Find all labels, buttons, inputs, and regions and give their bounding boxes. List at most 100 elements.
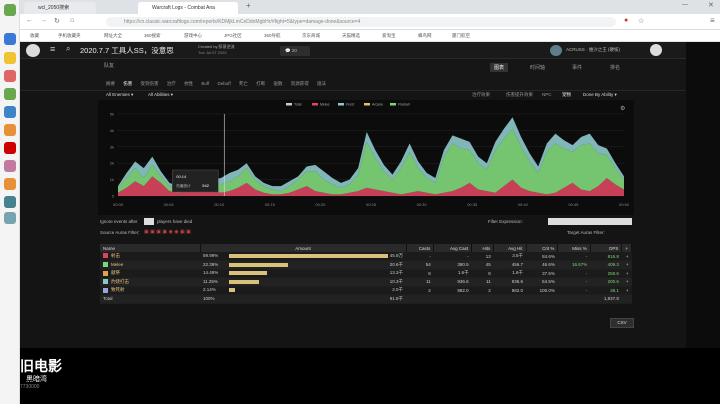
col-casts[interactable]: Casts xyxy=(406,244,435,252)
app-icon[interactable] xyxy=(4,178,16,190)
tab-damage-taken[interactable]: 受到伤害 xyxy=(141,81,159,86)
col-dps[interactable]: DPS xyxy=(590,244,623,252)
guild-icon[interactable] xyxy=(550,45,562,56)
col-miss[interactable]: Miss % xyxy=(557,244,591,252)
row-expand[interactable]: + xyxy=(621,286,632,295)
hamburger-icon[interactable]: ≡ xyxy=(50,44,55,54)
star-icon[interactable]: ☆ xyxy=(638,17,644,25)
app-icon[interactable] xyxy=(4,88,16,100)
option-damage-boost[interactable]: 伤害提升效果 xyxy=(506,92,533,98)
table-row[interactable]: 献祭 14.49% 13.3千 8 1.6千 8 1.6千 37.5% -258.6 + xyxy=(100,269,632,278)
url-field[interactable]: https://cn.classic.warcraftlogs.com/repo… xyxy=(106,17,616,27)
aura-icons[interactable]: ▣ ▣ ▣ ▣ ◉ ◉ ▣ ▣ xyxy=(144,229,191,235)
forward-icon[interactable]: → xyxy=(40,17,47,24)
bookmark-item[interactable]: 厦门航空 xyxy=(452,33,470,39)
table-row[interactable]: Melee 22.39% 20.6千 54 380.5 45 456.7 46.6% 16.67… xyxy=(100,260,632,270)
col-avgcast[interactable]: Avg Cast xyxy=(433,244,473,252)
col-name[interactable]: Name xyxy=(100,244,201,252)
tab-casts[interactable]: 施法 xyxy=(317,81,326,86)
view-tab-charts[interactable]: 图表 xyxy=(490,63,509,72)
bookmark-item[interactable]: 360导航 xyxy=(264,33,281,39)
enemies-dropdown[interactable]: All Enemies ▾ xyxy=(106,92,133,98)
bookmark-item[interactable]: 游戏中心 xyxy=(184,33,202,39)
new-tab-icon[interactable]: + xyxy=(246,1,251,10)
bookmark-item[interactable]: 网址大全 xyxy=(104,33,122,39)
row-expand[interactable]: + xyxy=(621,260,632,270)
option-healing[interactable]: 治疗效果 xyxy=(472,92,490,98)
total-amount: 91.8千 xyxy=(389,295,403,301)
browser-tab-active[interactable]: Warcraft Logs - Combat Ana xyxy=(138,2,238,14)
minimize-icon[interactable]: — xyxy=(682,2,688,8)
home-icon[interactable]: ⌂ xyxy=(70,17,74,24)
col-hits[interactable]: Hits xyxy=(471,244,495,252)
ability-name[interactable]: 射击 xyxy=(111,253,120,258)
avatar[interactable] xyxy=(650,44,662,56)
close-window-icon[interactable]: ✕ xyxy=(708,1,714,9)
tab-dispels[interactable]: 驱散 xyxy=(274,81,283,86)
app-icon[interactable] xyxy=(4,106,16,118)
row-expand[interactable]: + xyxy=(621,269,632,278)
dead-count-input[interactable] xyxy=(144,218,154,225)
reload-icon[interactable]: ↻ xyxy=(54,17,60,25)
character-name[interactable]: ACRUSS · 维沙之王 (硬核) xyxy=(566,47,620,53)
abilities-dropdown[interactable]: All Abilities ▾ xyxy=(148,92,173,98)
app-icon[interactable] xyxy=(4,70,16,82)
option-pets[interactable]: 宠物 xyxy=(562,92,571,98)
csv-button[interactable]: CSV xyxy=(610,318,634,328)
app-icon[interactable] xyxy=(4,142,16,154)
app-icon[interactable] xyxy=(4,52,16,64)
tab-damage-done[interactable]: 伤害 xyxy=(123,81,132,86)
ability-name[interactable]: Melee xyxy=(111,262,123,267)
table-row[interactable]: 射击 59.99% 45.9万 - -13 3.5千 84.6% -816.8 + xyxy=(100,252,632,261)
tab-interrupts[interactable]: 打断 xyxy=(256,81,265,86)
view-tab-events[interactable]: 事件 xyxy=(572,64,582,71)
bookmark-item[interactable]: 手机收藏夹 xyxy=(58,33,81,39)
app-icon[interactable] xyxy=(4,212,16,224)
app-icon[interactable] xyxy=(4,124,16,136)
search-icon[interactable]: ⌕ xyxy=(66,44,70,54)
col-crit[interactable]: Crit % xyxy=(526,244,559,252)
ability-name[interactable]: 致死射 xyxy=(111,287,125,292)
source-auras-label: Source Auras Filter: xyxy=(100,230,140,235)
row-expand[interactable]: + xyxy=(621,252,632,261)
tab-summary[interactable]: 摘要 xyxy=(106,81,115,86)
table-row[interactable]: 灼烧打击 11.25% 10.3千 11 936.6 11 936.6 54.5% -200.6… xyxy=(100,277,632,287)
bookmark-item[interactable]: 爱淘宝 xyxy=(382,33,396,39)
tab-buffs[interactable]: Buff xyxy=(201,81,209,86)
app-icon[interactable] xyxy=(4,196,16,208)
tab-healing[interactable]: 治疗 xyxy=(167,81,176,86)
done-by-dropdown[interactable]: Done By Ability ▾ xyxy=(583,92,617,98)
tab-resources[interactable]: 资源获得 xyxy=(291,81,309,86)
amount-value: 45.9万 xyxy=(389,253,403,258)
ability-name[interactable]: 灼烧打击 xyxy=(111,279,129,284)
app-icon[interactable] xyxy=(4,160,16,172)
comments-button[interactable]: 💬 20 xyxy=(280,46,310,56)
bookmark-item[interactable]: 360搜索 xyxy=(144,33,161,39)
browser-tab[interactable]: wcl_2050搜索 xyxy=(24,2,96,14)
bookmark-item[interactable]: JPG社区 xyxy=(224,33,242,39)
back-icon[interactable]: ← xyxy=(26,17,33,24)
table-row[interactable]: 致死射 2.14% 2.0千 2 982.0 2 982.0 100.0% -38.1 + xyxy=(100,286,632,295)
view-tab-rankings[interactable]: 排名 xyxy=(610,64,620,71)
damage-chart[interactable]: 0 1k 2k 3k 4k 5k 00:00 00:05 00:10 00:15 00:20 00:2… xyxy=(98,100,634,215)
view-tab-timeline[interactable]: 时间轴 xyxy=(530,64,545,71)
col-amount[interactable]: Amount xyxy=(200,244,407,252)
app-icon[interactable] xyxy=(4,4,16,16)
tab-deaths[interactable]: 死亡 xyxy=(239,81,248,86)
row-expand[interactable]: + xyxy=(621,277,632,287)
logo-icon[interactable] xyxy=(26,44,40,57)
ability-name[interactable]: 献祭 xyxy=(111,270,120,275)
bookmark-item[interactable]: 京东商城 xyxy=(302,33,320,39)
tab-resist[interactable]: 抗性 xyxy=(184,81,193,86)
bookmark-item[interactable]: 天猫精选 xyxy=(342,33,360,39)
app-icon[interactable] xyxy=(4,33,16,45)
bookmark-item[interactable]: 蜂鸟网 xyxy=(418,33,432,39)
option-npc[interactable]: NPC xyxy=(542,92,552,97)
extension-icon[interactable]: ● xyxy=(624,17,628,24)
tab-debuffs[interactable]: Debuff xyxy=(218,81,231,86)
menu-icon[interactable]: ≡ xyxy=(710,16,715,25)
bookmark-item[interactable]: 收藏 xyxy=(30,33,39,39)
filter-expression-input[interactable] xyxy=(548,218,632,225)
col-expand[interactable]: + xyxy=(621,244,632,252)
col-avghit[interactable]: Avg Hit xyxy=(493,244,527,252)
